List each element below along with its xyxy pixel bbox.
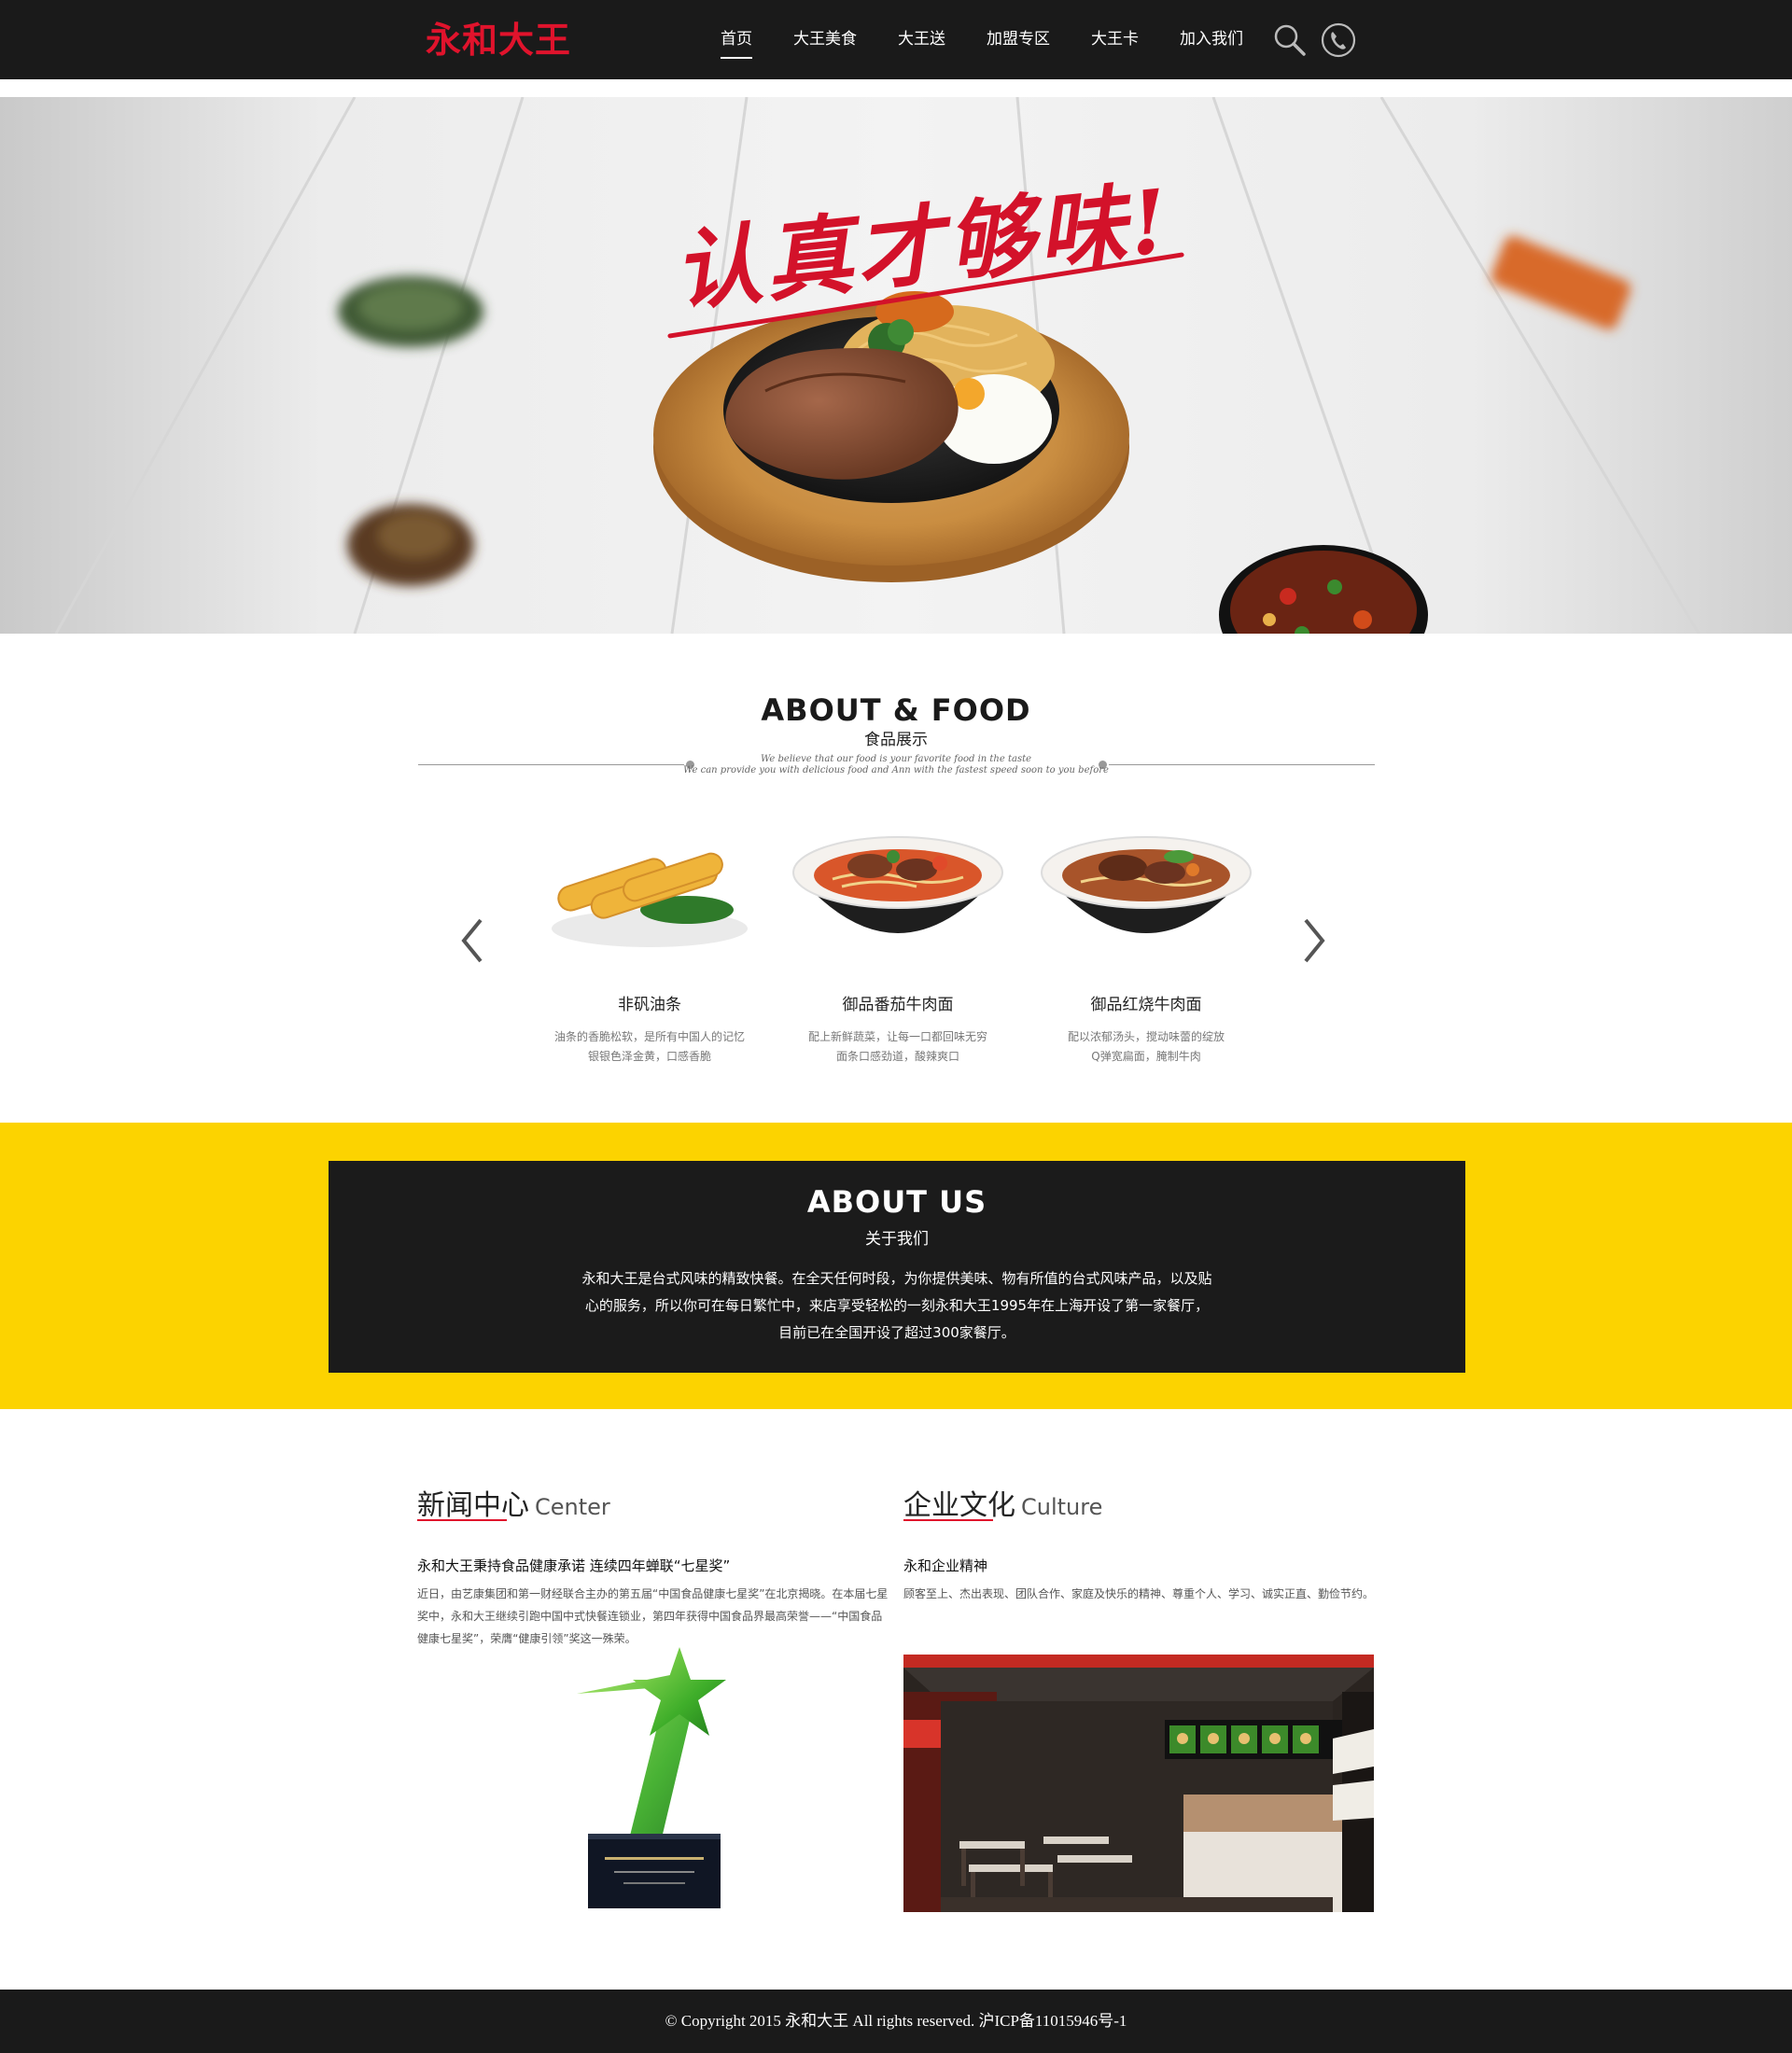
food-desc-line: 油条的香脆松软，是所有中国人的记忆 (553, 1030, 745, 1043)
food-card[interactable]: 非矾油条 油条的香脆松软，是所有中国人的记忆 银银色泽金黄，口感香脆 (538, 821, 762, 1067)
site-header: 永和大王 首页 大王美食 大王送 加盟专区 大王卡 加入我们 (0, 0, 1792, 79)
food-name: 御品番茄牛肉面 (842, 996, 954, 1014)
food-image (1034, 821, 1258, 952)
trophy-image (558, 1647, 745, 1913)
about-us-text: 永和大王是台式风味的精致快餐。在全天任何时段，为你提供美味、物有所值的台式风味产… (581, 1270, 1212, 1341)
nav-item-delivery[interactable]: 大王送 (889, 0, 955, 79)
food-card[interactable]: 御品红烧牛肉面 配以浓郁汤头，搅动味蕾的绽放 Q弹宽扁面，腌制牛肉 (1034, 821, 1258, 1067)
site-footer: © Copyright 2015 永和大王 All rights reserve… (0, 1990, 1792, 2053)
food-description: 配以浓郁汤头，搅动味蕾的绽放 Q弹宽扁面，腌制牛肉 (1034, 1027, 1258, 1067)
logo[interactable]: 永和大王 (426, 17, 571, 63)
news-underline (417, 1519, 507, 1521)
food-desc-line: 配以浓郁汤头，搅动味蕾的绽放 (1067, 1030, 1225, 1043)
about-us-subtitle: 关于我们 (865, 1230, 929, 1249)
script-line-1: We believe that our food is your favorit… (760, 754, 1032, 764)
chevron-left-icon (461, 918, 483, 963)
food-desc-line: 配上新鲜蔬菜，让每一口都回味无穷 (807, 1030, 987, 1043)
food-desc-line: 面条口感劲道，酸辣爽口 (835, 1050, 959, 1063)
carousel-prev-button[interactable] (454, 915, 491, 967)
food-description: 配上新鲜蔬菜，让每一口都回味无穷 面条口感劲道，酸辣爽口 (786, 1027, 1010, 1067)
culture-underline (903, 1519, 993, 1521)
nav-item-join[interactable]: 加入我们 (1170, 0, 1253, 79)
culture-headline[interactable]: 永和企业精神 (903, 1556, 1370, 1575)
news-title-cn: 新闻中心 (417, 1489, 529, 1522)
nav-item-food[interactable]: 大王美食 (784, 0, 866, 79)
culture-title-cn: 企业文化 (903, 1489, 1015, 1522)
main-nav: 首页 大王美食 大王送 加盟专区 大王卡 加入我们 (700, 0, 1264, 79)
header-icons (1269, 20, 1359, 61)
food-card[interactable]: 御品番茄牛肉面 配上新鲜蔬菜，让每一口都回味无穷 面条口感劲道，酸辣爽口 (786, 821, 1010, 1067)
food-desc-line: Q弹宽扁面，腌制牛肉 (1091, 1050, 1201, 1063)
decor-line-left (418, 764, 684, 765)
about-food-subtitle: 食品展示 (864, 731, 928, 749)
food-name: 非矾油条 (618, 996, 681, 1014)
food-image (786, 821, 1010, 952)
hero-background (54, 97, 1701, 634)
news-heading: 新闻中心 Center (417, 1482, 610, 1523)
nav-item-franchise[interactable]: 加盟专区 (977, 0, 1059, 79)
script-line-2: We can provide you with delicious food a… (683, 765, 1109, 775)
restaurant-photo (903, 1655, 1374, 1912)
culture-heading: 企业文化 Culture (903, 1482, 1102, 1523)
about-food-title: ABOUT & FOOD (761, 692, 1031, 728)
footer-copyright: © Copyright 2015 永和大王 All rights reserve… (665, 2012, 1127, 2030)
culture-title-en: Culture (1021, 1494, 1103, 1520)
food-desc-line: 银银色泽金黄，口感香脆 (587, 1050, 711, 1063)
search-icon[interactable] (1269, 20, 1310, 61)
news-title-en: Center (535, 1494, 610, 1520)
food-name: 御品红烧牛肉面 (1090, 996, 1202, 1014)
about-us-box: ABOUT US 关于我们 永和大王是台式风味的精致快餐。在全天任何时段，为你提… (329, 1161, 1465, 1373)
news-headline[interactable]: 永和大王秉持食品健康承诺 连续四年蝉联“七星奖” (417, 1556, 903, 1575)
carousel-next-button[interactable] (1295, 915, 1333, 967)
phone-icon[interactable] (1318, 20, 1359, 61)
hero-banner: 认真才够味! (0, 97, 1792, 634)
chevron-right-icon (1304, 918, 1325, 963)
decor-line-right (1109, 764, 1375, 765)
culture-body: 顾客至上、杰出表现、团队合作、家庭及快乐的精神、尊重个人、学习、诚实正直、勤俭节… (903, 1587, 1375, 1600)
nav-item-card[interactable]: 大王卡 (1082, 0, 1148, 79)
about-us-title: ABOUT US (806, 1184, 987, 1220)
food-description: 油条的香脆松软，是所有中国人的记忆 银银色泽金黄，口感香脆 (538, 1027, 762, 1067)
nav-item-home[interactable]: 首页 (711, 0, 762, 79)
food-image (538, 821, 762, 952)
news-body: 近日，由艺康集团和第一财经联合主办的第五届“中国食品健康七星奖”在北京揭晓。在本… (417, 1587, 889, 1645)
